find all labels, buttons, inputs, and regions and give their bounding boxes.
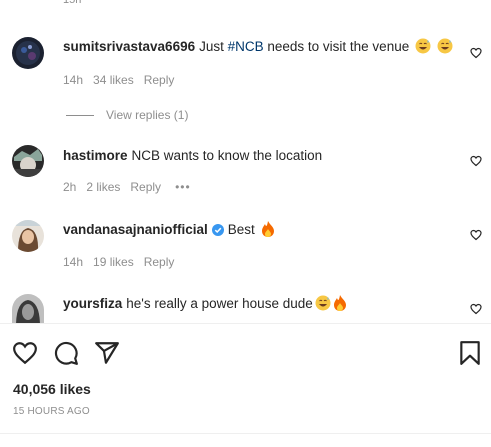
comment-username[interactable]: sumitsrivastava6696	[63, 39, 195, 54]
comment-body: Just	[199, 39, 228, 54]
comment-time: 14h	[63, 73, 84, 87]
comment-text: hastimore NCB wants to know the location	[63, 147, 322, 164]
hashtag-link[interactable]: #NCB	[228, 39, 264, 54]
avatar[interactable]	[12, 145, 44, 177]
bookmark-icon[interactable]	[457, 340, 483, 366]
comment-body: Best	[227, 222, 255, 237]
heart-icon[interactable]	[470, 47, 482, 59]
comment-body: NCB wants to know the location	[131, 148, 323, 163]
grinning-sweat-emoji	[315, 295, 331, 311]
reply-button[interactable]: Reply	[144, 73, 175, 87]
fire-emoji	[261, 221, 274, 237]
avatar[interactable]	[12, 37, 44, 69]
comment-meta: 2h 2 likes Reply •••	[63, 180, 201, 194]
comment-username[interactable]: yoursfiza	[63, 296, 122, 311]
comment-body: he's really a power house dude	[126, 296, 313, 311]
comment-likes[interactable]: 34 likes	[93, 73, 134, 87]
divider-line	[66, 115, 94, 117]
post-action-bar	[0, 340, 491, 366]
comment-text: sumitsrivastava6696 Just #NCB needs to vi…	[63, 38, 453, 55]
heart-icon[interactable]	[470, 229, 482, 241]
avatar[interactable]	[12, 294, 44, 323]
avatar[interactable]	[12, 220, 44, 252]
post-timestamp: 15 HOURS AGO	[13, 406, 90, 417]
heart-icon[interactable]	[470, 155, 482, 167]
post-likes-count[interactable]: 40,056 likes	[13, 381, 91, 397]
share-icon[interactable]	[94, 340, 120, 366]
verified-badge-icon	[211, 224, 224, 236]
reply-button[interactable]: Reply	[144, 255, 175, 269]
view-replies-label[interactable]: View replies (1)	[106, 108, 188, 122]
comment-time: 14h	[63, 255, 84, 269]
grinning-sweat-emoji	[415, 38, 431, 54]
comment-meta: 14h 34 likes Reply	[63, 73, 184, 87]
section-divider	[0, 323, 491, 324]
section-divider	[0, 433, 491, 434]
comment-username[interactable]: vandanasajnaniofficial	[63, 222, 208, 237]
comment-time: 2h	[63, 180, 77, 194]
view-replies-button[interactable]: View replies (1)	[66, 108, 188, 122]
comment-body: needs to visit the venue	[263, 39, 410, 54]
comment-likes[interactable]: 2 likes	[86, 180, 120, 194]
comment-username[interactable]: hastimore	[63, 148, 128, 163]
more-icon[interactable]: •••	[175, 180, 191, 194]
fire-emoji	[333, 295, 346, 311]
heart-icon[interactable]	[470, 303, 482, 315]
heart-icon[interactable]	[12, 340, 38, 366]
comment-text: yoursfiza he's really a power house dude	[63, 295, 347, 312]
previous-comment-timestamp: 15h	[63, 0, 82, 6]
comment-meta: 14h 19 likes Reply	[63, 255, 184, 269]
comment-text: vandanasajnaniofficial Best	[63, 221, 275, 238]
comment-likes[interactable]: 19 likes	[93, 255, 134, 269]
grinning-sweat-emoji	[437, 38, 453, 54]
comment-icon[interactable]	[53, 340, 79, 366]
reply-button[interactable]: Reply	[130, 180, 161, 194]
